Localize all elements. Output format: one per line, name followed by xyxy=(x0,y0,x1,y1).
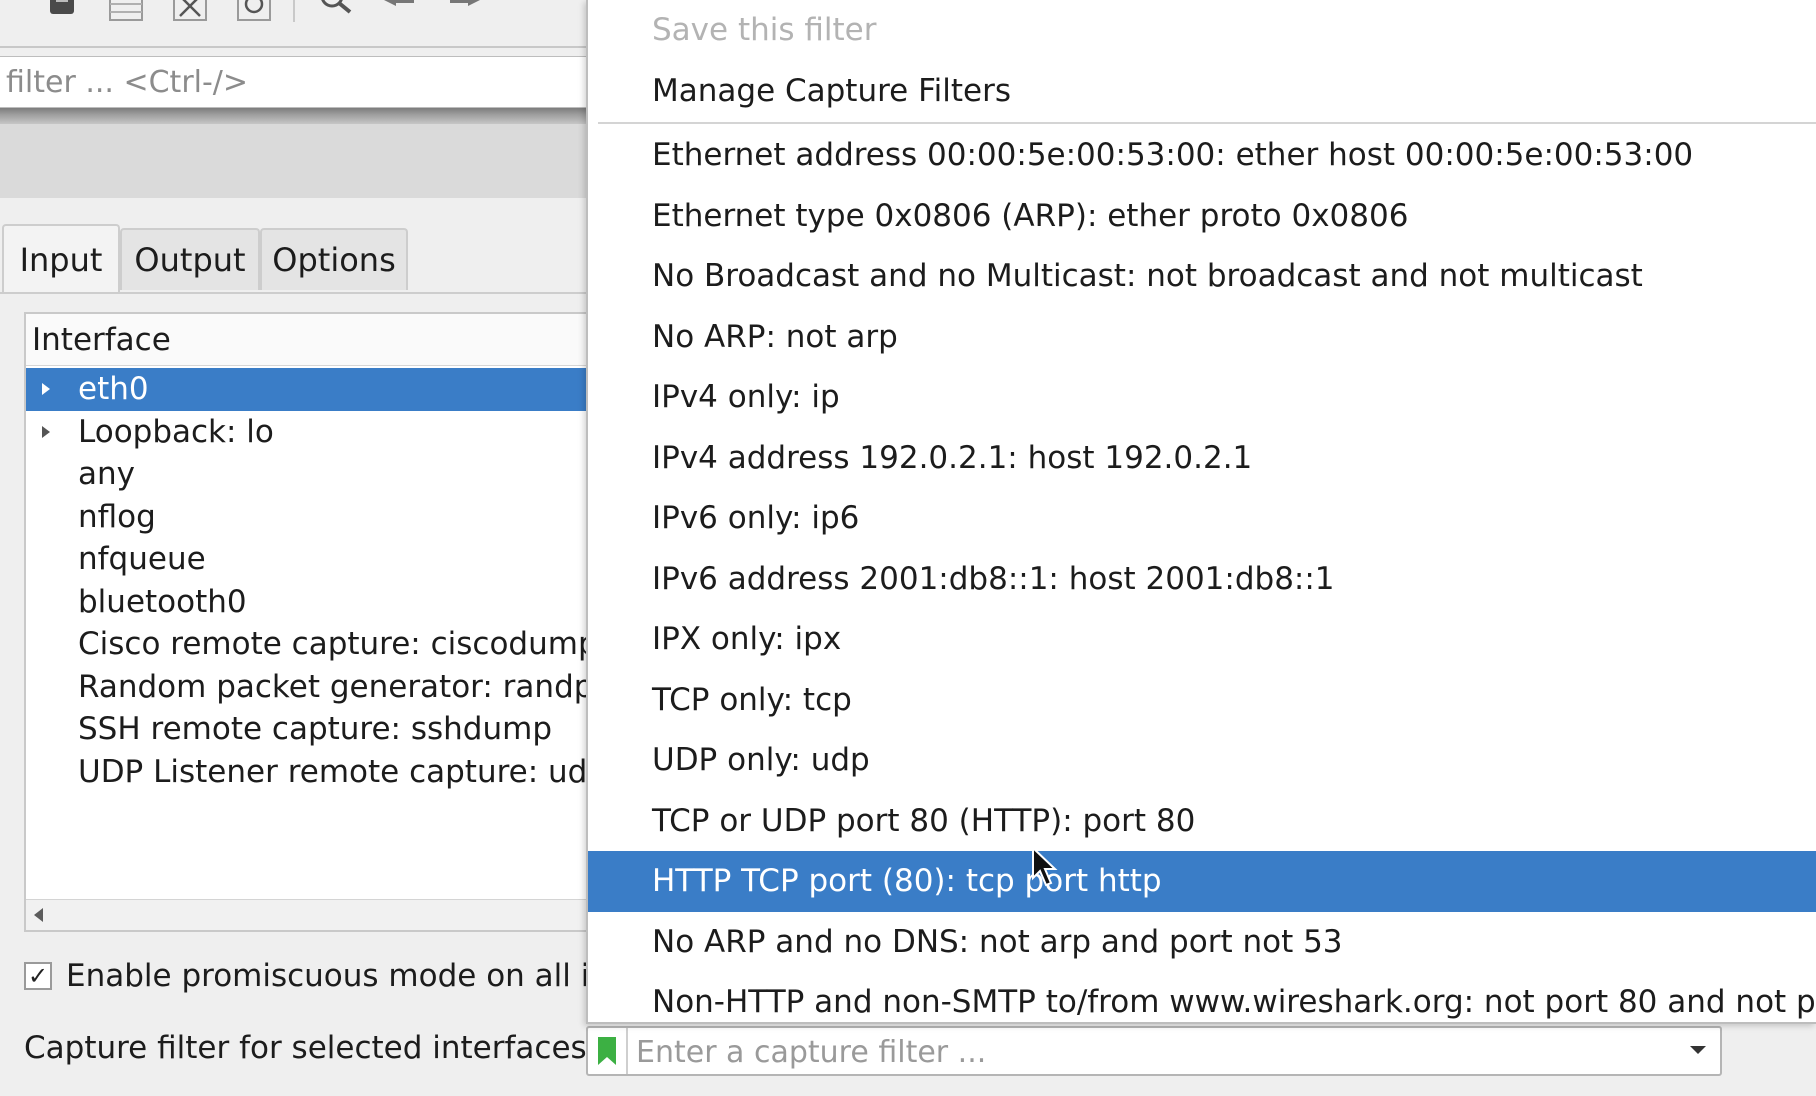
menu-item[interactable]: No Broadcast and no Multicast: not broad… xyxy=(588,246,1816,307)
menu-item[interactable]: IPv6 only: ip6 xyxy=(588,488,1816,549)
interface-name: nflog xyxy=(78,498,156,535)
interface-row[interactable]: any xyxy=(26,453,592,496)
menu-item-label: UDP only: udp xyxy=(652,742,870,779)
menu-item[interactable]: IPX only: ipx xyxy=(588,609,1816,670)
menu-item-label: IPv4 only: ip xyxy=(652,379,840,416)
table-icon[interactable] xyxy=(106,0,146,28)
menu-item[interactable]: TCP only: tcp xyxy=(588,670,1816,731)
close-icon[interactable] xyxy=(170,0,210,28)
display-filter-bar[interactable]: filter ... <Ctrl-/> xyxy=(0,56,590,108)
menu-item[interactable]: IPv4 only: ip xyxy=(588,367,1816,428)
interface-table: Interface eth0 Loopback: lo any nflog nfqueu… xyxy=(24,312,594,932)
interface-row[interactable]: Cisco remote capture: ciscodump xyxy=(26,623,592,666)
menu-item[interactable]: Ethernet address 00:00:5e:00:53:00: ethe… xyxy=(588,125,1816,186)
checkmark-icon: ✓ xyxy=(27,962,49,990)
menu-separator xyxy=(598,122,1816,124)
tab-input[interactable]: Input xyxy=(2,224,120,294)
field-divider xyxy=(626,1028,628,1074)
bookmark-icon[interactable] xyxy=(596,1037,618,1067)
interface-row[interactable]: SSH remote capture: sshdump xyxy=(26,708,592,751)
interface-name: nfqueue xyxy=(78,541,206,578)
save-icon[interactable] xyxy=(42,0,82,28)
horizontal-scrollbar[interactable] xyxy=(26,899,592,930)
interface-name: UDP Listener remote capture: udp xyxy=(78,753,594,790)
tab-output[interactable]: Output xyxy=(120,228,260,290)
menu-item-label: Save this filter xyxy=(652,12,877,49)
menu-item-label: IPv6 address 2001:db8::1: host 2001:db8:… xyxy=(652,560,1335,597)
menu-item[interactable]: UDP only: udp xyxy=(588,730,1816,791)
capture-filter-menu: Save this filter Manage Capture Filters Et… xyxy=(586,0,1816,1024)
main-toolbar xyxy=(0,0,590,48)
back-icon[interactable] xyxy=(380,0,420,28)
expand-arrow-icon[interactable] xyxy=(42,425,50,438)
menu-item-label: HTTP TCP port (80): tcp port http xyxy=(652,863,1162,900)
menu-item[interactable]: IPv6 address 2001:db8::1: host 2001:db8:… xyxy=(588,549,1816,610)
tab-output-label: Output xyxy=(134,241,246,279)
menu-item[interactable]: No ARP: not arp xyxy=(588,307,1816,368)
expand-arrow-icon[interactable] xyxy=(42,383,50,396)
menu-item[interactable]: HTTP TCP port (80): tcp port http xyxy=(588,851,1816,912)
interface-name: Random packet generator: randpk xyxy=(78,668,594,705)
promiscuous-mode-row: ✓ Enable promiscuous mode on all in xyxy=(24,956,609,996)
reload-icon[interactable] xyxy=(234,0,274,28)
menu-item[interactable]: Ethernet type 0x0806 (ARP): ether proto … xyxy=(588,186,1816,247)
menu-item: Save this filter xyxy=(588,0,1816,61)
menu-item-label: TCP only: tcp xyxy=(652,681,852,718)
menu-item[interactable]: IPv4 address 192.0.2.1: host 192.0.2.1 xyxy=(588,428,1816,489)
tab-options[interactable]: Options xyxy=(260,228,408,290)
interface-name: eth0 xyxy=(78,371,149,408)
menu-item[interactable]: Non-HTTP and non-SMTP to/from www.wiresh… xyxy=(588,972,1816,1022)
interface-column-header[interactable]: Interface xyxy=(26,314,592,366)
menu-item-label: No ARP: not arp xyxy=(652,318,898,355)
toolbar-separator xyxy=(293,0,295,22)
interface-row[interactable]: bluetooth0 xyxy=(26,581,592,624)
promiscuous-label: Enable promiscuous mode on all in xyxy=(66,958,609,994)
display-filter-placeholder: filter ... <Ctrl-/> xyxy=(6,65,249,100)
scroll-left-arrow-icon[interactable] xyxy=(34,908,43,922)
capture-filter-combobox[interactable] xyxy=(586,1026,1722,1076)
forward-icon[interactable] xyxy=(444,0,484,28)
capture-filter-label: Capture filter for selected interfaces: xyxy=(24,1030,598,1066)
menu-item-label: IPX only: ipx xyxy=(652,621,842,658)
tab-input-label: Input xyxy=(19,241,103,279)
mouse-cursor-icon xyxy=(1032,846,1058,887)
chevron-down-icon[interactable] xyxy=(1690,1046,1706,1054)
interface-header-label: Interface xyxy=(32,321,171,358)
interface-name: any xyxy=(78,456,135,493)
menu-item-label: Non-HTTP and non-SMTP to/from www.wiresh… xyxy=(652,984,1816,1021)
menu-item-label: IPv4 address 192.0.2.1: host 192.0.2.1 xyxy=(652,439,1253,476)
interface-row[interactable]: Loopback: lo xyxy=(26,411,592,454)
search-icon[interactable] xyxy=(316,0,356,28)
capture-filter-input[interactable] xyxy=(634,1032,1658,1072)
menu-item-label: Ethernet address 00:00:5e:00:53:00: ethe… xyxy=(652,137,1694,174)
tab-options-label: Options xyxy=(272,241,396,279)
tab-bar: Input Output Options xyxy=(0,224,590,294)
interface-row[interactable]: nfqueue xyxy=(26,538,592,581)
interface-name: SSH remote capture: sshdump xyxy=(78,711,553,748)
menu-item[interactable]: Manage Capture Filters xyxy=(588,61,1816,122)
interface-row[interactable]: eth0 xyxy=(26,368,592,411)
interface-list: eth0 Loopback: lo any nflog nfqueue bluetooth… xyxy=(26,368,592,793)
menu-item-label: No Broadcast and no Multicast: not broad… xyxy=(652,258,1643,295)
interface-name: bluetooth0 xyxy=(78,583,247,620)
promiscuous-checkbox[interactable]: ✓ xyxy=(24,962,52,990)
menu-item-label: No ARP and no DNS: not arp and port not … xyxy=(652,923,1343,960)
menu-item-label: Manage Capture Filters xyxy=(652,72,1012,109)
menu-item-label: IPv6 only: ip6 xyxy=(652,500,860,537)
interface-row[interactable]: nflog xyxy=(26,496,592,539)
menu-item[interactable]: No ARP and no DNS: not arp and port not … xyxy=(588,912,1816,973)
menu-item-label: TCP or UDP port 80 (HTTP): port 80 xyxy=(652,802,1196,839)
interface-row[interactable]: UDP Listener remote capture: udp xyxy=(26,751,592,794)
dialog-title-area xyxy=(0,124,590,198)
interface-row[interactable]: Random packet generator: randpk xyxy=(26,666,592,709)
interface-name: Loopback: lo xyxy=(78,413,274,450)
menu-item[interactable]: TCP or UDP port 80 (HTTP): port 80 xyxy=(588,791,1816,852)
capture-options-window: filter ... <Ctrl-/> Input Output Options… xyxy=(0,0,1816,1096)
splitter-handle[interactable] xyxy=(0,108,590,124)
menu-item-label: Ethernet type 0x0806 (ARP): ether proto … xyxy=(652,197,1409,234)
interface-name: Cisco remote capture: ciscodump xyxy=(78,626,594,663)
